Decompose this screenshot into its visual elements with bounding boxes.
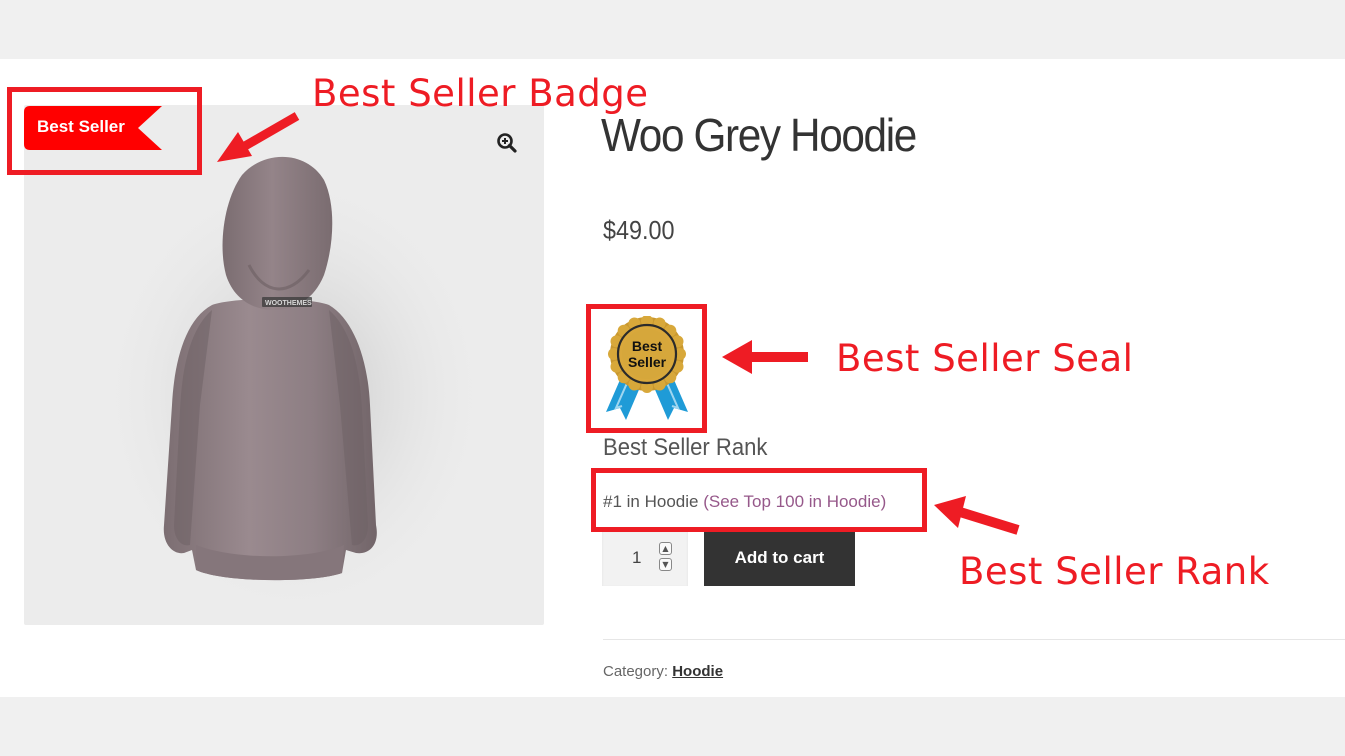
category-link[interactable]: Hoodie [672,663,723,680]
hoodie-image: WOOTHEMES [94,156,494,625]
woothemes-logo-text: WOOTHEMES [265,300,312,307]
quantity-decrement-icon[interactable]: ▼ [659,558,672,571]
best-seller-rank-heading: Best Seller Rank [603,434,768,461]
product-title: Woo Grey Hoodie [601,109,917,161]
quantity-spinner[interactable]: ▲ ▼ [659,542,673,572]
product-price: $49.00 [603,215,675,245]
seal-highlight-box [586,304,707,433]
quantity-increment-icon[interactable]: ▲ [659,542,672,555]
annotation-rank-label: Best Seller Rank [959,550,1270,593]
quantity-value[interactable]: 1 [632,548,641,568]
magnifier-plus-icon[interactable] [496,132,518,154]
badge-highlight-box [7,87,202,175]
annotation-badge-label: Best Seller Badge [312,72,649,115]
product-category: Category: Hoodie [603,663,723,680]
quantity-stepper[interactable]: 1 ▲ ▼ [602,530,688,586]
annotation-seal-label: Best Seller Seal [836,337,1134,380]
category-label: Category: [603,663,669,680]
add-to-cart-button[interactable]: Add to cart [704,530,855,586]
product-image[interactable]: WOOTHEMES [24,105,544,625]
divider [603,639,1345,640]
rank-highlight-box [591,468,927,532]
